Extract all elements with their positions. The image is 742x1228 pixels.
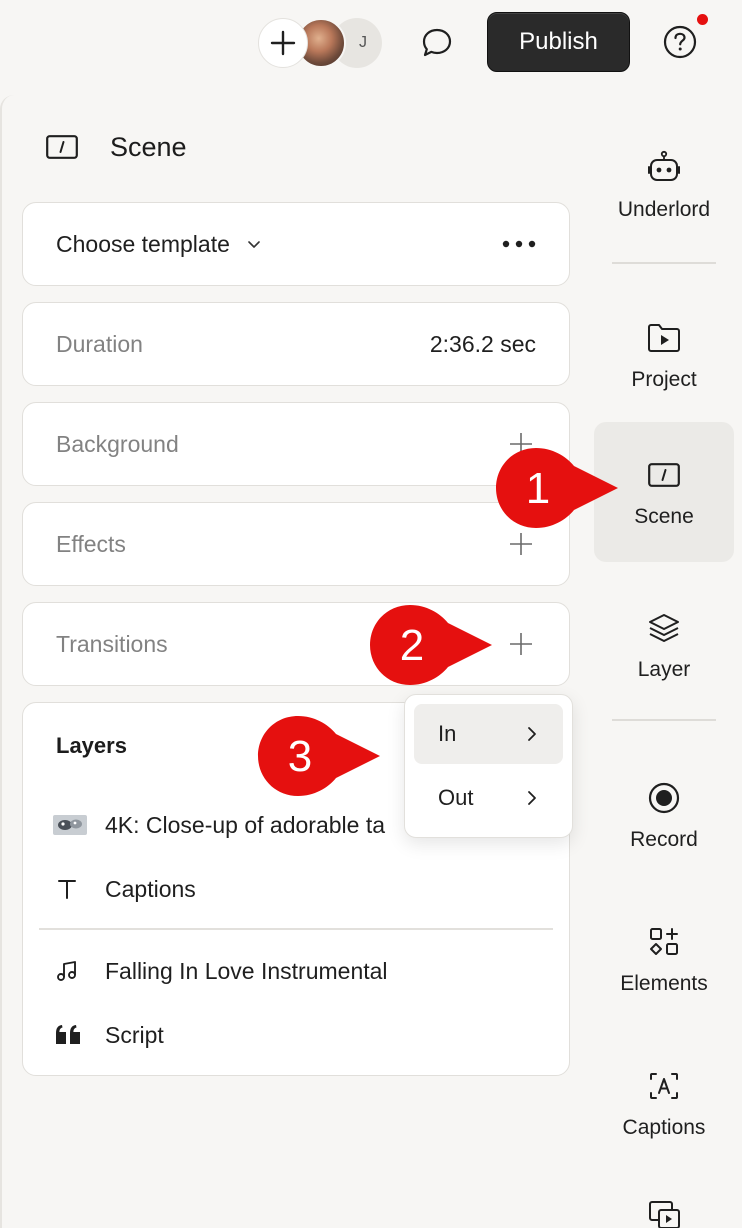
scene-panel: Scene Choose template Duration 2:36.2 se… — [0, 95, 590, 1228]
sidebar-item-label: Captions — [622, 1116, 706, 1139]
annotation-label-3: 3 — [287, 732, 313, 781]
sidebar-item-label: Record — [630, 828, 698, 851]
panel-header: Scene — [46, 131, 187, 162]
record-icon — [647, 778, 681, 818]
menu-item-label: Out — [438, 785, 474, 810]
sidebar-item-captions[interactable]: Captions — [594, 1048, 734, 1158]
annotation-label-2: 2 — [399, 621, 425, 670]
layers-title: Layers — [56, 733, 127, 758]
sidebar-item-label: Underlord — [617, 198, 711, 221]
effects-label: Effects — [56, 530, 126, 557]
sidebar-item-layer[interactable]: Layer — [594, 590, 734, 700]
media-icon — [647, 1200, 681, 1228]
plus-icon — [270, 30, 296, 56]
sidebar-item-elements[interactable]: Elements — [594, 904, 734, 1014]
chevron-down-icon — [248, 241, 260, 248]
sidebar-item-record[interactable]: Record — [594, 760, 734, 870]
layer-item-script[interactable]: Script — [53, 1015, 164, 1055]
publish-button[interactable]: Publish — [487, 12, 630, 72]
template-dropdown[interactable]: Choose template — [56, 231, 262, 258]
scene-icon — [46, 135, 78, 159]
layer-label: Script — [105, 1021, 164, 1048]
sidebar-item-underlord[interactable]: Underlord — [594, 130, 734, 240]
layer-item-captions[interactable]: Captions — [53, 869, 196, 909]
layer-label: Captions — [105, 875, 196, 902]
layer-label: 4K: Close-up of adorable ta — [105, 811, 386, 838]
background-card: Background — [22, 402, 570, 486]
add-transition-icon[interactable] — [506, 629, 536, 659]
sidebar-divider — [612, 262, 716, 264]
captions-icon — [648, 1066, 680, 1106]
music-note-icon — [53, 956, 89, 986]
layer-item-music[interactable]: Falling In Love Instrumental — [53, 951, 388, 991]
sidebar-item-label: Project — [631, 368, 697, 391]
comment-button[interactable] — [414, 20, 460, 66]
page-title: Scene — [110, 131, 187, 162]
transition-menu: In Out — [404, 694, 573, 838]
transitions-label: Transitions — [56, 630, 168, 657]
text-icon — [53, 874, 89, 904]
notification-dot — [697, 14, 708, 25]
sidebar-item-project[interactable]: Project — [594, 300, 734, 410]
quote-icon — [53, 1020, 89, 1050]
sidebar-item-label: Layer — [637, 658, 691, 681]
menu-item-label: In — [438, 721, 457, 746]
robot-icon — [646, 148, 682, 188]
top-bar: J Publish — [0, 0, 742, 90]
layers-icon — [647, 608, 681, 648]
video-thumbnail-icon — [53, 810, 89, 840]
help-button[interactable] — [660, 22, 700, 62]
sidebar-item-media[interactable] — [594, 1190, 734, 1228]
background-label: Background — [56, 430, 179, 457]
layer-label: Falling In Love Instrumental — [105, 957, 388, 984]
template-label: Choose template — [56, 230, 230, 257]
layer-item-video[interactable]: 4K: Close-up of adorable ta — [53, 805, 385, 845]
scene-icon — [648, 455, 680, 495]
chevron-right-icon — [528, 727, 536, 741]
sidebar-item-label: Elements — [620, 972, 708, 995]
duration-value[interactable]: 2:36.2 sec — [430, 331, 536, 358]
shapes-icon — [648, 922, 680, 962]
transition-menu-item-out[interactable]: Out — [414, 768, 563, 828]
avatar-initial-text: J — [359, 34, 367, 51]
add-effect-icon[interactable] — [506, 529, 536, 559]
folder-play-icon — [646, 318, 682, 358]
annotation-label-1: 1 — [525, 464, 551, 513]
sidebar-divider — [612, 719, 716, 721]
layers-divider — [39, 928, 553, 930]
add-collaborator-button[interactable] — [258, 18, 308, 68]
chevron-right-icon — [528, 791, 536, 805]
template-card: Choose template — [22, 202, 570, 286]
sidebar-item-label: Scene — [634, 505, 694, 528]
comment-icon — [422, 28, 452, 57]
duration-card: Duration 2:36.2 sec — [22, 302, 570, 386]
effects-card: Effects — [22, 502, 570, 586]
help-icon — [663, 25, 697, 59]
transition-menu-item-in[interactable]: In — [414, 704, 563, 764]
duration-label: Duration — [56, 330, 143, 357]
more-options-icon[interactable] — [502, 239, 536, 249]
